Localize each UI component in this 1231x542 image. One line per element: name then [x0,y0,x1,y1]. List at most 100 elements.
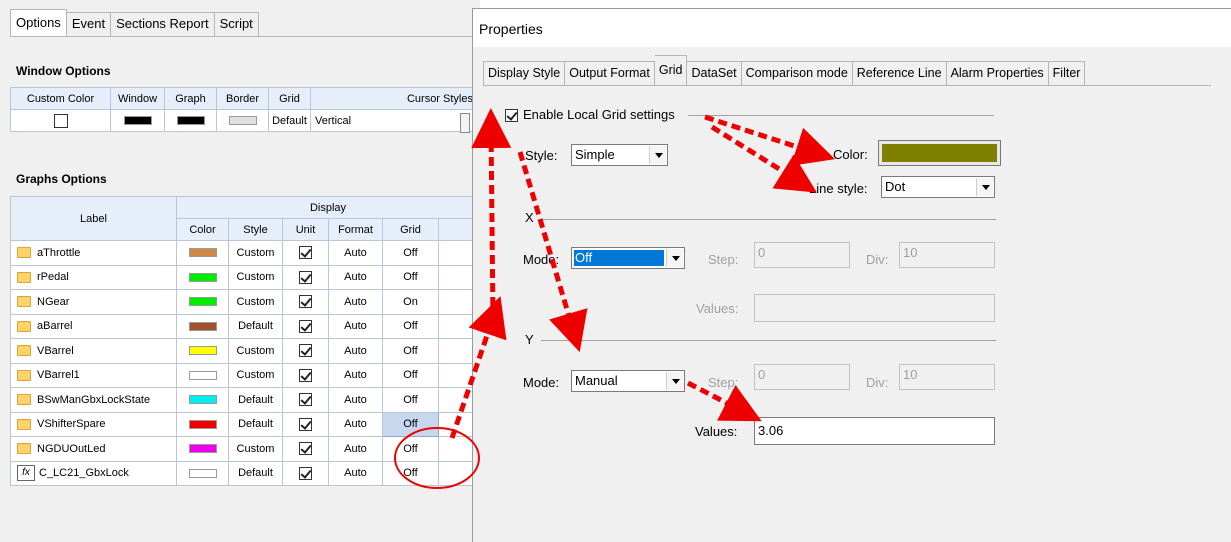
row-color-swatch[interactable] [188,272,217,282]
row-format-cell[interactable]: Auto [328,460,383,486]
window-color-cell[interactable] [110,109,165,132]
row-color-swatch[interactable] [188,395,217,405]
chevron-down-icon[interactable] [666,249,683,267]
row-unit-cell[interactable] [282,436,329,462]
table-row[interactable]: NGDUOutLed Custom Auto Off [10,436,480,462]
row-unit-cell[interactable] [282,264,329,290]
row-grid-cell[interactable]: Off [382,460,439,486]
table-row[interactable]: aBarrel Default Auto Off [10,313,480,339]
x-values-input[interactable] [754,294,995,322]
row-grid-cell[interactable]: Off [382,436,439,462]
graph-color-swatch[interactable] [176,116,205,126]
row-label[interactable]: aThrottle [10,240,177,266]
table-row[interactable]: fx C_LC21_GbxLock Default Auto Off [10,460,480,486]
row-label[interactable]: BSwManGbxLockState [10,387,177,413]
row-unit-cell[interactable] [282,240,329,266]
row-unit-checkbox[interactable] [299,295,312,309]
row-style-cell[interactable]: Custom [228,289,283,315]
row-unit-checkbox[interactable] [299,270,312,284]
tab-script[interactable]: Script [214,12,259,36]
row-label[interactable]: NGear [10,289,177,315]
row-style-cell[interactable]: Custom [228,436,283,462]
row-grid-cell[interactable]: Off [382,264,439,290]
row-unit-cell[interactable] [282,289,329,315]
cursor-style-dropdown-button[interactable] [460,113,470,133]
row-label[interactable]: VBarrel [10,338,177,364]
row-unit-cell[interactable] [282,387,329,413]
window-color-swatch[interactable] [123,116,152,126]
custom-color-cell[interactable] [10,109,111,132]
tab-alarm-properties[interactable]: Alarm Properties [946,61,1049,85]
table-row[interactable]: NGear Custom Auto On [10,289,480,315]
row-unit-checkbox[interactable] [299,417,312,431]
tab-sections-report[interactable]: Sections Report [111,12,215,36]
row-format-cell[interactable]: Auto [328,387,383,413]
row-color-cell[interactable] [176,362,229,388]
row-unit-checkbox[interactable] [299,319,312,333]
row-unit-cell[interactable] [282,362,329,388]
cursor-style-cell[interactable]: Vertical [310,109,480,132]
tab-options[interactable]: Options [10,9,67,36]
row-color-cell[interactable] [176,240,229,266]
row-format-cell[interactable]: Auto [328,338,383,364]
border-color-swatch[interactable] [228,116,257,126]
row-color-swatch[interactable] [188,346,217,356]
row-color-cell[interactable] [176,313,229,339]
row-unit-checkbox[interactable] [299,442,312,456]
row-color-swatch[interactable] [188,321,217,331]
row-color-cell[interactable] [176,289,229,315]
row-label[interactable]: VShifterSpare [10,411,177,437]
row-color-cell[interactable] [176,264,229,290]
table-row[interactable]: rPedal Custom Auto Off [10,264,480,290]
row-color-cell[interactable] [176,411,229,437]
row-style-cell[interactable]: Default [228,313,283,339]
row-color-swatch[interactable] [188,297,217,307]
row-grid-cell[interactable]: Off [382,411,439,437]
border-color-cell[interactable] [216,109,269,132]
table-row[interactable]: VBarrel Custom Auto Off [10,338,480,364]
row-unit-cell[interactable] [282,460,329,486]
row-color-swatch[interactable] [188,370,217,380]
chevron-down-icon[interactable] [666,372,683,390]
row-label[interactable]: fx C_LC21_GbxLock [10,460,177,486]
row-label[interactable]: rPedal [10,264,177,290]
row-color-cell[interactable] [176,338,229,364]
row-grid-cell[interactable]: Off [382,387,439,413]
tab-output-format[interactable]: Output Format [565,61,655,85]
row-style-cell[interactable]: Custom [228,240,283,266]
row-color-swatch[interactable] [188,419,217,429]
row-grid-cell[interactable]: On [382,289,439,315]
row-format-cell[interactable]: Auto [328,264,383,290]
row-grid-cell[interactable]: Off [382,362,439,388]
row-style-cell[interactable]: Custom [228,362,283,388]
tab-filter[interactable]: Filter [1048,61,1086,85]
row-grid-cell[interactable]: Off [382,338,439,364]
x-mode-combo[interactable]: Off [571,247,685,269]
row-color-swatch[interactable] [188,444,217,454]
table-row[interactable]: VBarrel1 Custom Auto Off [10,362,480,388]
row-label[interactable]: NGDUOutLed [10,436,177,462]
table-row[interactable]: VShifterSpare Default Auto Off [10,411,480,437]
row-style-cell[interactable]: Default [228,411,283,437]
row-format-cell[interactable]: Auto [328,313,383,339]
grid-color-button[interactable] [878,140,1001,166]
tab-comparison-mode[interactable]: Comparison mode [741,61,853,85]
row-format-cell[interactable]: Auto [328,411,383,437]
row-unit-checkbox[interactable] [299,368,312,382]
y-mode-combo[interactable]: Manual [571,370,685,392]
row-color-cell[interactable] [176,460,229,486]
row-label[interactable]: VBarrel1 [10,362,177,388]
row-style-cell[interactable]: Default [228,460,283,486]
graph-color-cell[interactable] [164,109,217,132]
row-format-cell[interactable]: Auto [328,362,383,388]
row-unit-checkbox[interactable] [299,466,312,480]
y-step-input[interactable]: 0 [754,364,850,390]
row-grid-cell[interactable]: Off [382,313,439,339]
window-grid-cell[interactable]: Default [268,109,311,132]
custom-color-checkbox[interactable] [53,113,68,128]
enable-local-grid-checkbox[interactable] [505,109,518,122]
row-color-swatch[interactable] [188,248,217,258]
row-label[interactable]: aBarrel [10,313,177,339]
tab-dataset[interactable]: DataSet [687,61,742,85]
row-unit-checkbox[interactable] [299,393,312,407]
